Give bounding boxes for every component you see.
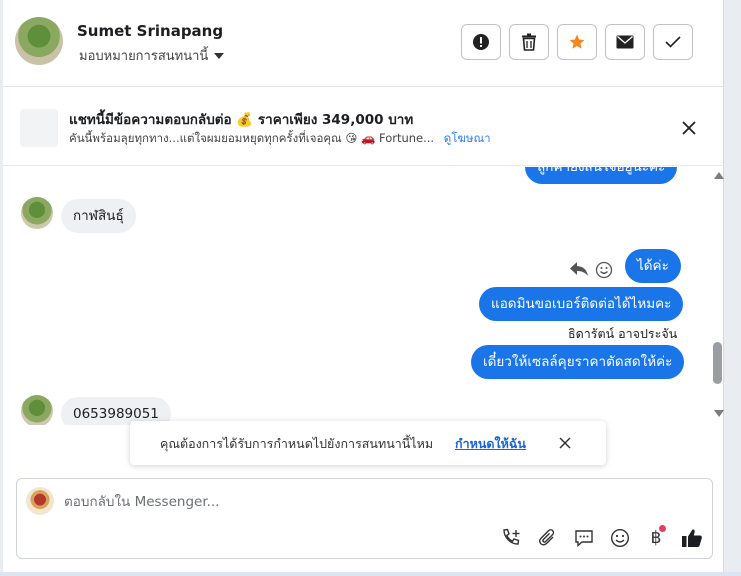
like-button[interactable] — [680, 527, 704, 549]
report-spam-button[interactable] — [461, 24, 501, 60]
reply-composer: ฿ — [16, 478, 713, 559]
ad-context-banner: แชทนี้มีข้อความตอบกลับต่อ 💰 ราคาเพียง 34… — [3, 88, 724, 166]
mark-done-button[interactable] — [653, 24, 693, 60]
message-bubble-outgoing[interactable]: เดี๋ยวให้เซลล์คุยราคาตัดสดให้ค่ะ — [471, 345, 685, 379]
star-icon — [569, 34, 585, 49]
payment-button[interactable]: ฿ — [644, 525, 668, 549]
paperclip-icon — [539, 529, 555, 546]
sender-name: ธิดารัตน์ อาจประจัน — [568, 326, 678, 341]
attach-button[interactable] — [536, 527, 560, 549]
saved-replies-button[interactable] — [572, 527, 596, 549]
message-bubble-outgoing[interactable]: ได้ค่ะ — [625, 249, 681, 283]
mark-unread-button[interactable] — [605, 24, 645, 60]
star-button[interactable] — [557, 24, 597, 60]
assign-to-me-link[interactable]: กำหนดให้ฉัน — [455, 434, 526, 454]
message-thread: ลูกค้ายังสนใจอยู่นะคะ กาฬสินธุ์ ได้ค่ะ แ… — [3, 167, 724, 425]
call-button[interactable] — [500, 527, 524, 549]
reply-icon[interactable] — [569, 260, 589, 278]
ad-subtitle: คันนี้พร้อมลุยทุกทาง...แต่ใจผมยอมหยุดทุก… — [69, 130, 491, 148]
check-icon — [665, 36, 681, 48]
view-ad-link[interactable]: ดูโฆษณา — [444, 131, 491, 145]
smiley-icon — [610, 528, 630, 548]
alert-icon — [473, 34, 489, 50]
phone-plus-icon — [503, 528, 520, 545]
contact-avatar-small — [21, 197, 53, 229]
message-bubble-outgoing[interactable]: ลูกค้ายังสนใจอยู่นะคะ — [525, 167, 678, 184]
caret-down-icon — [214, 52, 225, 59]
thumbs-up-icon — [682, 529, 702, 547]
message-bubble-incoming[interactable]: กาฬสินธุ์ — [61, 199, 136, 233]
contact-avatar[interactable] — [15, 17, 63, 65]
scroll-up-arrow-icon[interactable] — [714, 172, 724, 179]
toast-message: คุณต้องการได้รับการกำหนดไปยังการสนทนานี้… — [160, 436, 434, 451]
bottom-strip — [0, 572, 741, 576]
close-icon[interactable] — [558, 436, 572, 450]
trash-icon — [522, 33, 536, 51]
reply-input[interactable] — [64, 491, 664, 513]
scrollbar[interactable] — [711, 167, 724, 425]
conversation-header: Sumet Srinapang มอบหมายการสนทนานี้ — [3, 0, 724, 87]
assign-prompt-toast: คุณต้องการได้รับการกำหนดไปยังการสนทนานี้… — [130, 421, 606, 465]
assign-dropdown[interactable]: มอบหมายการสนทนานี้ — [79, 45, 225, 66]
react-emoji-icon[interactable] — [595, 261, 613, 279]
conversation-panel: Sumet Srinapang มอบหมายการสนทนานี้ แชทนี… — [3, 0, 724, 576]
close-icon[interactable] — [679, 118, 699, 138]
page-avatar — [26, 487, 54, 515]
ad-subtitle-text: คันนี้พร้อมลุยทุกทาง...แต่ใจผมยอมหยุดทุก… — [69, 131, 435, 145]
notification-dot — [659, 525, 666, 532]
scrollbar-thumb[interactable] — [713, 342, 722, 384]
envelope-icon — [616, 35, 634, 49]
chat-bubble-icon — [575, 530, 593, 548]
contact-name[interactable]: Sumet Srinapang — [77, 22, 223, 40]
ad-thumbnail — [20, 109, 58, 147]
assign-label: มอบหมายการสนทนานี้ — [79, 49, 209, 64]
delete-button[interactable] — [509, 24, 549, 60]
ad-title: แชทนี้มีข้อความตอบกลับต่อ 💰 ราคาเพียง 34… — [69, 112, 414, 128]
contact-avatar-small — [21, 395, 53, 425]
scroll-down-arrow-icon[interactable] — [714, 410, 724, 417]
emoji-button[interactable] — [608, 527, 632, 549]
message-bubble-outgoing[interactable]: แอดมินขอเบอร์ติดต่อได้ไหมคะ — [479, 287, 684, 321]
